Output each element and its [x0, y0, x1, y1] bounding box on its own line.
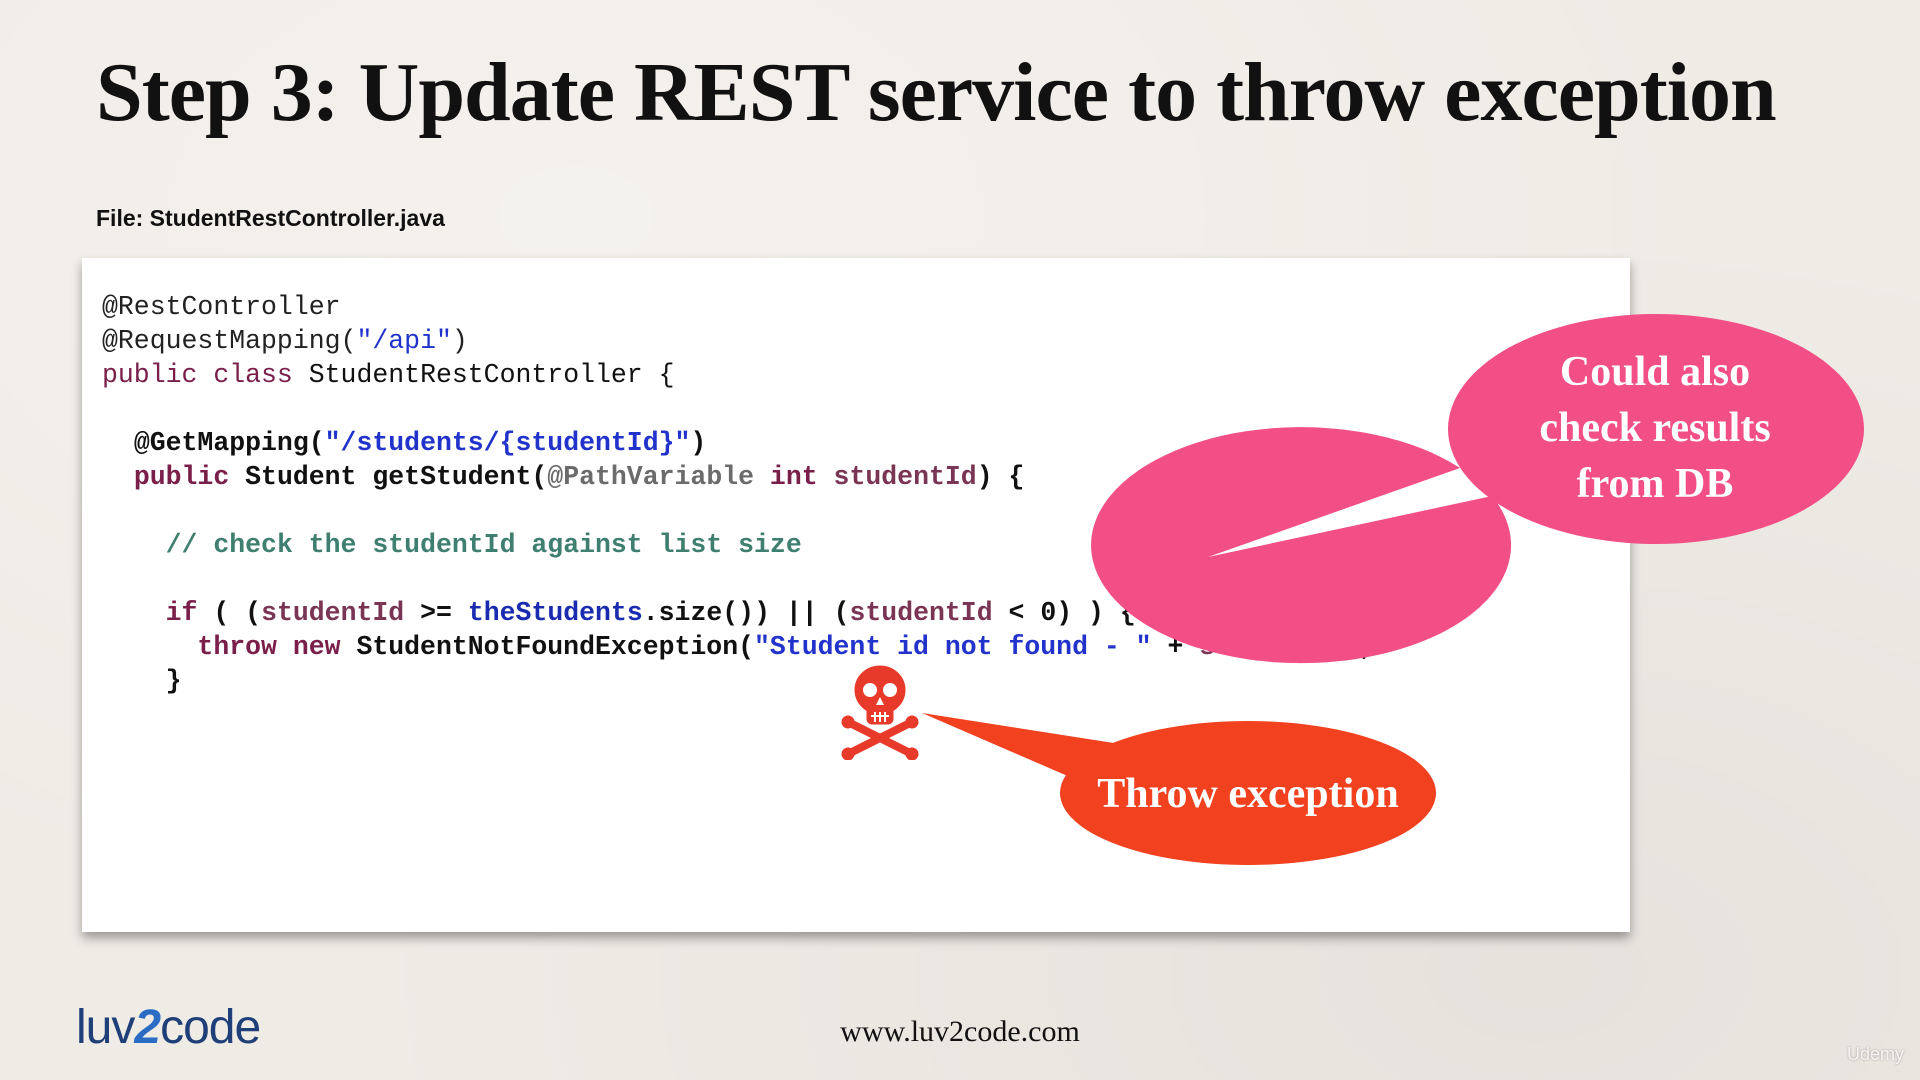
- db-callout-text: Could also check results from DB: [1450, 344, 1860, 512]
- db-bubble: [1091, 427, 1512, 664]
- skull-crossbones-icon: [841, 665, 919, 760]
- site-url: www.luv2code.com: [840, 1015, 1080, 1048]
- throw-callout-text: Throw exception: [1097, 771, 1399, 817]
- db-callout-line-3: from DB: [1576, 461, 1734, 507]
- db-callout-line-2: check results: [1539, 405, 1771, 451]
- udemy-watermark: Udemy: [1846, 1044, 1904, 1064]
- db-callout-line-1: Could also: [1559, 349, 1751, 395]
- callout-shapes: [922, 314, 1864, 865]
